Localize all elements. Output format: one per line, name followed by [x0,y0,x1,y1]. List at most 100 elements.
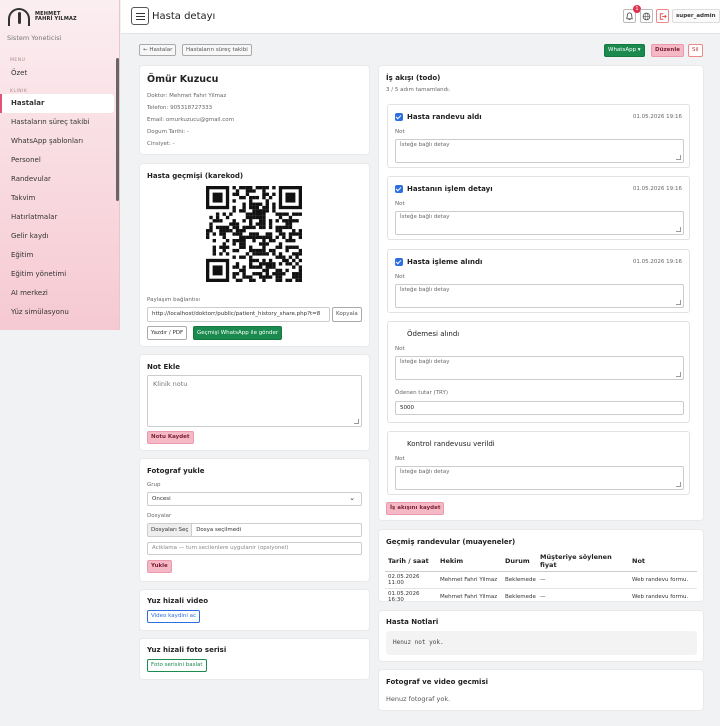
patient-notes-title: Hasta Notlari [386,618,439,626]
photo-upload-card: Fotograf yukle Grup Oncesi ⌄ Dosyalar Dos… [139,458,370,582]
sidebar-item-ai-center[interactable]: AI merkezi [0,284,114,303]
task-label: Kontrol randevusu verildi [407,440,495,448]
task-note-textarea[interactable]: İsteğe bağlı detay [395,284,684,308]
media-history-card: Fotograf ve video gecmisi Henuz fotograf… [378,669,704,711]
file-input[interactable]: Dosyaları Seç Dosya seçilmedi [147,523,362,537]
task-treatment-started: Hasta işleme alındı 01.05.2026 19:16 Not… [387,249,690,313]
send-history-whatsapp-button[interactable]: Geçmişi WhatsApp ile gönder [193,326,283,340]
photo-series-title: Yuz hizali foto serisi [147,646,227,654]
choose-files-button[interactable]: Dosyaları Seç [148,524,193,536]
cell-note: Web randevu formu. [632,594,689,600]
cell-doctor: Mehmet Fahri Yilmaz [440,577,498,583]
task-note-textarea[interactable]: İsteğe bağlı detay [395,466,684,490]
task-date: 01.05.2026 19:16 [632,114,682,120]
task-checkbox[interactable] [395,330,403,338]
group-label: Grup [147,482,161,488]
group-select-value: Oncesi [152,496,171,502]
open-video-recording-button[interactable]: Video kaydini ac [147,610,201,623]
brand-logo[interactable]: MEHMET FAHRİ YILMAZ [0,0,119,30]
task-checkbox[interactable] [395,440,403,448]
task-checkbox[interactable] [395,113,403,121]
sidebar-item-face-sim[interactable]: Yüz simülasyonu [0,303,114,322]
media-history-title: Fotograf ve video gecmisi [386,678,489,686]
photo-description-input[interactable]: Aciklama — tum secilenlere uygulanir (op… [147,542,362,555]
save-note-button[interactable]: Notu Kaydet [147,431,194,444]
task-date: 01.05.2026 19:16 [632,186,682,192]
copy-link-button[interactable]: Kopyala [332,307,362,322]
patient-birthdate: Dogum Tarihi: - [147,129,189,135]
cell-status: Beklemede [505,594,536,600]
table-row[interactable]: 02.05.2026 11:00 Mehmet Fahri Yilmaz Bek… [385,572,697,589]
sidebar-item-income[interactable]: Gelir kaydı [0,227,114,246]
col-header: Müşteriye söylenen fiyat [540,553,612,569]
appointments-table: Tarih / saat Hekim Durum Müşteriye söyle… [385,551,697,605]
history-title: Hasta geçmişi (karekod) [147,172,244,180]
task-note-textarea[interactable]: İsteğe bağlı detay [395,356,684,380]
globe-icon[interactable] [640,9,653,23]
task-note-label: Not [395,274,405,280]
patient-info-card: Ömür Kuzucu Doktor: Mehmet Fahri Yilmaz … [139,65,370,155]
add-note-card: Not Ekle Klinik notu Notu Kaydet [139,354,370,451]
task-note-label: Not [395,129,405,135]
sidebar-item-appointments[interactable]: Randevular [0,170,114,189]
page-title: Hasta detayı [152,11,216,22]
sidebar-item-education[interactable]: Eğitim [0,246,114,265]
patient-doctor: Doktor: Mehmet Fahri Yilmaz [147,93,227,99]
clinical-note-textarea[interactable]: Klinik notu [147,375,362,427]
task-label: Hasta işleme alındı [407,258,483,266]
photo-upload-title: Fotograf yukle [147,467,205,475]
sidebar-item-calendar[interactable]: Takvim [0,189,114,208]
print-pdf-button[interactable]: Yazdır / PDF [147,326,188,340]
sidebar-item-whatsapp-templates[interactable]: WhatsApp şablonları [0,132,114,151]
sidebar-scrollbar[interactable] [116,58,119,201]
edit-button[interactable]: Düzenle [651,44,684,57]
sidebar-item-staff[interactable]: Personel [0,151,114,170]
face-video-card: Yuz hizali video Video kaydini ac [139,589,370,631]
share-link-label: Paylaşım bağlantısı [147,297,200,303]
upload-button[interactable]: Yukle [147,560,172,573]
no-file-text: Dosya seçilmedi [196,527,242,533]
user-role: Sistem Yoneticisi [7,34,62,42]
user-menu[interactable]: super_admin [672,9,720,23]
topbar: Hasta detayı 1 super_admin [121,0,720,34]
sidebar-item-patients[interactable]: Hastalar [0,94,114,113]
task-procedure-detail: Hastanın işlem detayı 01.05.2026 19:16 N… [387,176,690,240]
menu-toggle-icon[interactable] [131,7,149,25]
patient-notes-card: Hasta Notlari Henuz not yok. [378,610,704,662]
col-header: Tarih / saat [388,557,429,565]
task-checkbox[interactable] [395,258,403,266]
cell-doctor: Mehmet Fahri Yilmaz [440,594,498,600]
paid-amount-input[interactable]: 5000 [395,401,684,415]
whatsapp-dropdown-button[interactable]: WhatsApp ▾ [604,44,645,57]
patient-gender: Cinsiyet: - [147,141,175,147]
past-appointments-title: Geçmiş randevular (muayeneler) [386,538,516,546]
task-date: 01.05.2026 19:16 [632,259,682,265]
delete-button[interactable]: Sil [688,44,703,57]
task-checkbox[interactable] [395,185,403,193]
task-control-appointment: Kontrol randevusu verildi Not İsteğe bağ… [387,431,690,495]
paid-amount-label: Ödenen tutar (TRY) [395,390,448,396]
task-note-label: Not [395,456,405,462]
cell-date: 02.05.2026 11:00 [388,574,420,586]
group-select[interactable]: Oncesi ⌄ [147,492,362,506]
table-row[interactable]: 01.05.2026 16:30 Mehmet Fahri Yilmaz Bek… [385,589,697,606]
sidebar-item-education-admin[interactable]: Eğitim yönetimi [0,265,114,284]
save-workflow-button[interactable]: İş akışını kaydet [386,502,445,515]
sidebar-item-overview[interactable]: Özet [0,64,114,83]
logout-icon[interactable] [656,9,669,23]
process-tracking-button[interactable]: Hastaların süreç takibi [182,44,252,56]
sidebar-item-reminders[interactable]: Hatırlatmalar [0,208,114,227]
start-photo-series-button[interactable]: Foto serisini baslat [147,659,207,672]
task-note-textarea[interactable]: İsteğe bağlı detay [395,211,684,235]
share-link-input[interactable]: http://localhost/doktorr/public/patient_… [147,307,330,322]
back-to-patients-button[interactable]: ← Hastalar [139,44,177,56]
col-header: Durum [505,557,530,565]
sidebar-item-process[interactable]: Hastaların süreç takibi [0,113,114,132]
workflow-card: İş akışı (todo) 3 / 5 adım tamamlandı. H… [378,65,704,521]
menu-heading: MENU [10,58,26,63]
task-label: Hasta randevu aldı [407,113,482,121]
task-note-textarea[interactable]: İsteğe bağlı detay [395,139,684,163]
workflow-title: İş akışı (todo) [386,74,441,82]
past-appointments-card: Geçmiş randevular (muayeneler) Tarih / s… [378,529,704,605]
col-header: Not [632,557,646,565]
